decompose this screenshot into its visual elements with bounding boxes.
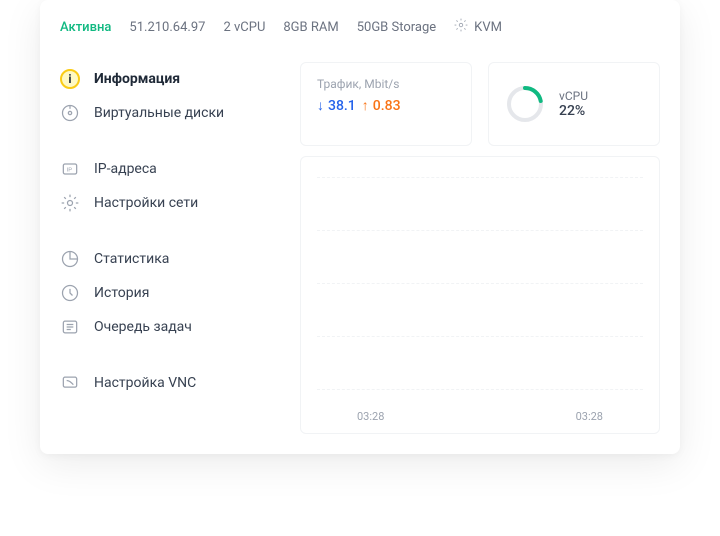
header-virt: KVM xyxy=(474,20,502,35)
stat-row: Трафик, Mbit/s ↓ 38.1 ↑ 0.83 xyxy=(300,62,660,146)
x-tick: 03:28 xyxy=(357,410,384,423)
ip-icon: IP xyxy=(60,159,80,179)
cpu-text: vCPU 22% xyxy=(559,89,588,119)
grid-line xyxy=(317,177,643,178)
upload-arrow-icon: ↑ xyxy=(362,97,369,114)
header-storage: 50GB Storage xyxy=(357,20,436,35)
nav-group-4: Настройка VNC xyxy=(60,366,300,400)
sidebar-item-label: IP-адреса xyxy=(94,161,157,177)
header-virt-wrap: KVM xyxy=(454,18,502,36)
svg-text:IP: IP xyxy=(67,168,73,174)
header-ram: 8GB RAM xyxy=(283,20,338,35)
nav-group-2: IP IP-адреса Настройки сети xyxy=(60,152,300,220)
panel-body: i Информация Виртуальные диски IP IP-ад xyxy=(40,50,680,454)
sidebar-item-vnc[interactable]: Настройка VNC xyxy=(60,366,300,400)
vnc-icon xyxy=(60,373,80,393)
sidebar-item-label: Настройка VNC xyxy=(94,375,196,391)
grid-line xyxy=(317,389,643,390)
cpu-label: vCPU xyxy=(559,89,588,103)
sidebar-item-ip[interactable]: IP IP-адреса xyxy=(60,152,300,186)
kvm-icon xyxy=(454,18,468,36)
grid-line xyxy=(317,283,643,284)
traffic-label: Трафик, Mbit/s xyxy=(317,77,455,91)
sidebar-item-label: Настройки сети xyxy=(94,195,198,211)
sidebar-item-network[interactable]: Настройки сети xyxy=(60,186,300,220)
stats-icon xyxy=(60,249,80,269)
sidebar-item-history[interactable]: История xyxy=(60,276,300,310)
chart-area: 03:28 03:28 xyxy=(300,156,660,434)
chart-x-axis: 03:28 03:28 xyxy=(317,410,643,423)
sidebar-item-label: Виртуальные диски xyxy=(94,105,224,121)
info-icon: i xyxy=(60,69,80,89)
chart-grid xyxy=(317,167,643,410)
sidebar-item-label: Очередь задач xyxy=(94,319,192,335)
traffic-up-value: 0.83 xyxy=(373,98,401,114)
sidebar-item-queue[interactable]: Очередь задач xyxy=(60,310,300,344)
sidebar-item-label: Статистика xyxy=(94,251,169,267)
header-ip: 51.210.64.97 xyxy=(129,20,205,35)
sidebar: i Информация Виртуальные диски IP IP-ад xyxy=(40,50,300,434)
traffic-card: Трафик, Mbit/s ↓ 38.1 ↑ 0.83 xyxy=(300,62,472,146)
status-badge: Активна xyxy=(60,20,111,35)
sidebar-item-label: Информация xyxy=(94,71,180,87)
download-arrow-icon: ↓ xyxy=(317,97,324,114)
nav-group-1: i Информация Виртуальные диски xyxy=(60,62,300,130)
main-content: Трафик, Mbit/s ↓ 38.1 ↑ 0.83 xyxy=(300,50,680,434)
disk-icon xyxy=(60,103,80,123)
traffic-values: ↓ 38.1 ↑ 0.83 xyxy=(317,97,455,114)
cpu-ring-icon xyxy=(505,84,545,124)
queue-icon xyxy=(60,317,80,337)
vm-header: Активна 51.210.64.97 2 vCPU 8GB RAM 50GB… xyxy=(40,0,680,50)
sidebar-item-disks[interactable]: Виртуальные диски xyxy=(60,96,300,130)
header-cpu: 2 vCPU xyxy=(223,20,265,35)
network-icon xyxy=(60,193,80,213)
x-tick: 03:28 xyxy=(576,410,603,423)
cpu-card: vCPU 22% xyxy=(488,62,660,146)
grid-line xyxy=(317,230,643,231)
history-icon xyxy=(60,283,80,303)
cpu-percent: 22% xyxy=(559,103,588,119)
traffic-down-value: 38.1 xyxy=(328,98,356,114)
vm-panel-card: Активна 51.210.64.97 2 vCPU 8GB RAM 50GB… xyxy=(40,0,680,454)
grid-line xyxy=(317,336,643,337)
sidebar-item-information[interactable]: i Информация xyxy=(60,62,300,96)
sidebar-item-label: История xyxy=(94,285,149,301)
sidebar-item-stats[interactable]: Статистика xyxy=(60,242,300,276)
nav-group-3: Статистика История Очередь задач xyxy=(60,242,300,344)
